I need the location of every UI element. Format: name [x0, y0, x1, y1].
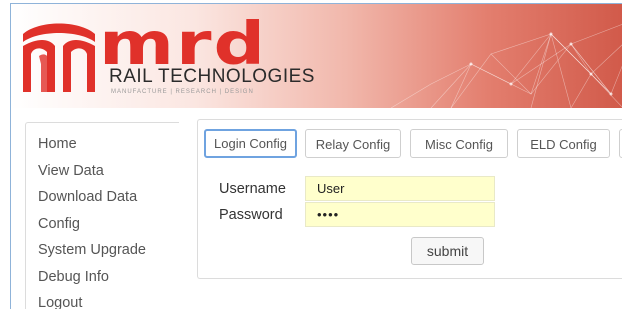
- username-field[interactable]: User: [305, 176, 495, 201]
- sidebar-item-system-upgrade[interactable]: System Upgrade: [26, 237, 179, 264]
- submit-button[interactable]: submit: [411, 237, 484, 265]
- mrd-logo-icon: [23, 23, 95, 92]
- tab-misc-config[interactable]: Misc Config: [410, 129, 508, 158]
- sidebar-item-debug-info[interactable]: Debug Info: [26, 264, 179, 291]
- page-frame: mrd RAIL TECHNOLOGIES MANUFACTURE | RESE…: [10, 3, 622, 309]
- tab-login-config[interactable]: Login Config: [204, 129, 297, 158]
- sidebar-item-view-data[interactable]: View Data: [26, 158, 179, 185]
- tab-bar: Login Config Relay Config Misc Config EL…: [204, 129, 622, 159]
- brand-subtitle: RAIL TECHNOLOGIES: [109, 66, 315, 87]
- sidebar-item-logout[interactable]: Logout: [26, 290, 179, 309]
- username-label: Username: [219, 181, 286, 197]
- password-field[interactable]: ••••: [305, 202, 495, 227]
- brand-tagline: MANUFACTURE | RESEARCH | DESIGN: [111, 89, 254, 95]
- sidebar-item-home[interactable]: Home: [26, 131, 179, 158]
- config-panel: Login Config Relay Config Misc Config EL…: [197, 119, 622, 279]
- sidebar-nav: Home View Data Download Data Config Syst…: [25, 122, 179, 309]
- sidebar-item-config[interactable]: Config: [26, 211, 179, 238]
- sidebar-item-download-data[interactable]: Download Data: [26, 184, 179, 211]
- tab-overflow[interactable]: [619, 129, 622, 158]
- tab-eld-config[interactable]: ELD Config: [517, 129, 610, 158]
- password-label: Password: [219, 207, 283, 223]
- brand-name: mrd: [99, 9, 268, 78]
- header-banner: mrd RAIL TECHNOLOGIES MANUFACTURE | RESE…: [11, 4, 622, 108]
- tab-relay-config[interactable]: Relay Config: [305, 129, 401, 158]
